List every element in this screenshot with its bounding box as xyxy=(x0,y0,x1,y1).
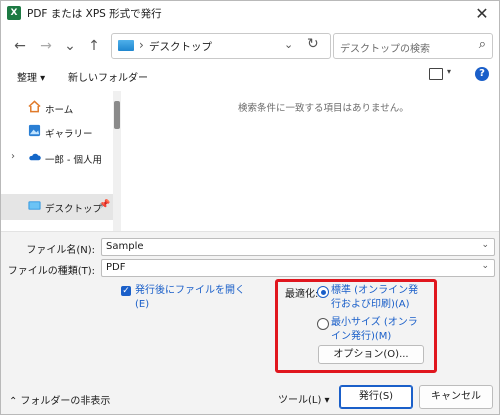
sidebar-item-home[interactable]: ホーム xyxy=(1,95,113,121)
pin-icon: 📌 xyxy=(99,200,111,210)
address-bar[interactable]: › デスクトップ ⌄ ↻ xyxy=(111,33,331,59)
tools-menu[interactable]: ツール(L) ▾ xyxy=(278,391,330,406)
scroll-thumb[interactable] xyxy=(114,101,120,129)
navigation-bar: ← → ⌄ ↑ › デスクトップ ⌄ ↻ デスクトップの検索 ⌕ xyxy=(1,31,499,61)
up-button[interactable]: ↑ xyxy=(83,35,105,57)
open-after-publish-label[interactable]: 発行後にファイルを開く(E) xyxy=(135,284,253,312)
filename-label: ファイル名(N): xyxy=(26,245,95,256)
help-icon[interactable]: ? xyxy=(475,67,489,81)
title-bar: X PDF または XPS 形式で発行 ✕ xyxy=(1,1,499,29)
cloud-icon xyxy=(29,153,41,161)
breadcrumb-desktop[interactable]: デスクトップ xyxy=(149,39,212,54)
forward-button[interactable]: → xyxy=(35,35,57,57)
address-dropdown-icon[interactable]: ⌄ xyxy=(284,38,293,51)
sidebar-item-label: ギャラリー xyxy=(45,129,93,140)
home-icon xyxy=(28,100,41,113)
expand-chevron-icon[interactable]: › xyxy=(11,151,15,162)
filetype-value[interactable]: PDF xyxy=(106,262,125,273)
options-button[interactable]: オプション(O)... xyxy=(318,345,424,364)
open-after-publish-checkbox[interactable]: ✓ xyxy=(121,286,131,296)
back-button[interactable]: ← xyxy=(9,35,31,57)
chevron-down-icon[interactable]: ⌄ xyxy=(481,261,489,271)
sidebar-item-onedrive[interactable]: › 一郎 - 個人用 xyxy=(1,145,113,171)
sidebar-item-label: デスクトップ xyxy=(45,204,103,215)
filetype-select[interactable]: PDF ⌄ xyxy=(101,259,495,277)
search-icon[interactable]: ⌕ xyxy=(479,37,486,52)
chevron-up-icon: ⌃ xyxy=(9,396,18,407)
optimize-minimum-label[interactable]: 最小サイズ (オンライン発行)(M) xyxy=(331,316,427,344)
window-title: PDF または XPS 形式で発行 xyxy=(27,8,162,20)
desktop-folder-icon xyxy=(118,40,134,51)
sidebar-item-label: 一郎 - 個人用 xyxy=(45,155,102,166)
sidebar-item-gallery[interactable]: ギャラリー xyxy=(1,119,113,145)
sidebar-scrollbar[interactable] xyxy=(113,91,121,231)
cancel-button[interactable]: キャンセル xyxy=(419,385,493,409)
hide-folders-label: フォルダーの非表示 xyxy=(20,396,111,407)
navigation-pane: ホーム ギャラリー › 一郎 - 個人用 デスクトップ 📌 xyxy=(1,91,113,231)
publish-dialog: X PDF または XPS 形式で発行 ✕ ← → ⌄ ↑ › デスクトップ ⌄… xyxy=(0,0,500,415)
gallery-icon xyxy=(28,124,41,137)
hide-folders-toggle[interactable]: ⌃ フォルダーの非表示 xyxy=(9,392,110,407)
desktop-folder-icon xyxy=(28,201,41,210)
view-dropdown-icon[interactable]: ▾ xyxy=(447,67,451,76)
close-button[interactable]: ✕ xyxy=(471,3,493,25)
file-list[interactable]: 検索条件に一致する項目はありません。 xyxy=(123,91,499,231)
search-box[interactable]: デスクトップの検索 ⌕ xyxy=(333,33,493,59)
optimize-standard-radio[interactable] xyxy=(317,286,329,298)
empty-results-message: 検索条件に一致する項目はありません。 xyxy=(238,103,409,114)
view-options-icon[interactable] xyxy=(429,68,443,80)
save-options-panel: ファイル名(N): Sample ⌄ ファイルの種類(T): PDF ⌄ ✓ 発… xyxy=(1,231,499,414)
chevron-down-icon[interactable]: ⌄ xyxy=(481,240,489,250)
filename-value[interactable]: Sample xyxy=(106,241,144,252)
recent-locations-button[interactable]: ⌄ xyxy=(59,35,81,57)
breadcrumb-separator-icon: › xyxy=(139,38,144,52)
publish-button[interactable]: 発行(S) xyxy=(339,385,413,409)
organize-menu[interactable]: 整理 ▾ xyxy=(17,69,45,84)
new-folder-button[interactable]: 新しいフォルダー xyxy=(68,69,148,84)
sidebar-item-desktop[interactable]: デスクトップ 📌 xyxy=(1,194,113,220)
refresh-icon[interactable]: ↻ xyxy=(307,36,319,52)
optimize-label: 最適化: xyxy=(285,289,319,300)
command-bar: 整理 ▾ 新しいフォルダー ▾ ? xyxy=(1,63,499,89)
optimize-standard-label[interactable]: 標準 (オンライン発行および印刷)(A) xyxy=(331,284,427,312)
sidebar-item-label: ホーム xyxy=(45,105,74,116)
optimize-minimum-radio[interactable] xyxy=(317,318,329,330)
filename-field[interactable]: Sample ⌄ xyxy=(101,238,495,256)
filetype-label: ファイルの種類(T): xyxy=(7,266,95,277)
search-input[interactable]: デスクトップの検索 xyxy=(340,40,430,55)
excel-app-icon: X xyxy=(7,6,21,20)
browser-area: ホーム ギャラリー › 一郎 - 個人用 デスクトップ 📌 検索条件に一致する項… xyxy=(1,91,499,231)
